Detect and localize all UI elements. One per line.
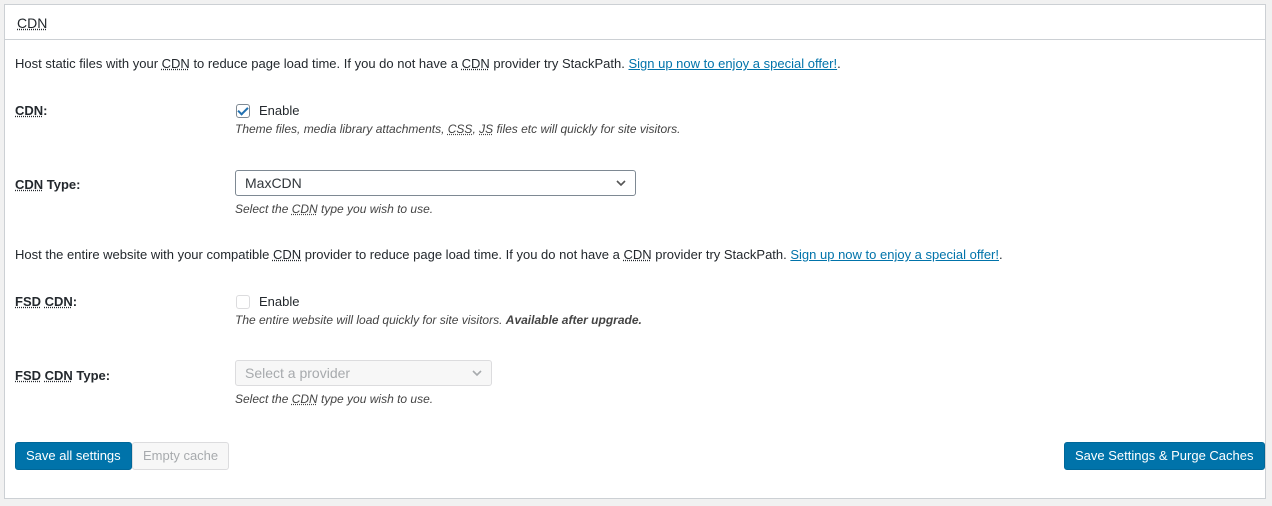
cdn-type-label: CDN Type: [15, 177, 81, 192]
fsd-cdn-enable-label[interactable]: Enable [259, 294, 299, 309]
cdn-abbr: CDN [291, 202, 318, 216]
description-part: files etc will quickly for site visitors… [493, 122, 681, 136]
chevron-down-icon [616, 180, 626, 187]
js-abbr: JS [479, 122, 494, 136]
css-abbr: CSS [447, 122, 473, 136]
upgrade-note: Available after upgrade. [505, 313, 642, 327]
fsd-cdn-type-description: Select the CDN type you wish to use. [235, 392, 433, 406]
provider-placeholder: Select a provider [245, 365, 351, 381]
fsd-abbr: FSD [15, 294, 41, 309]
label-suffix: Type: [72, 368, 111, 383]
panel-title: CDN [17, 15, 48, 31]
intro-text-part: Host the entire website with your compat… [15, 247, 273, 262]
cdn-label: CDN: [15, 103, 48, 118]
intro-text-part: Host static files with your [15, 56, 162, 71]
stackpath-offer-link[interactable]: Sign up now to enjoy a special offer! [790, 247, 999, 262]
description-part: type you wish to use. [317, 202, 434, 216]
cdn-enable-row: Enable [236, 103, 299, 118]
fsd-cdn-type-select[interactable]: Select a provider [235, 360, 492, 386]
description-part: Theme files, media library attachments, [235, 122, 448, 136]
chevron-down-icon [472, 370, 482, 377]
label-suffix: : [43, 103, 48, 118]
fsd-abbr: FSD [15, 368, 41, 383]
intro-text-part: . [837, 56, 841, 71]
stackpath-offer-link[interactable]: Sign up now to enjoy a special offer! [628, 56, 837, 71]
intro-text-part: . [999, 247, 1003, 262]
cdn-abbr: CDN [15, 103, 44, 118]
description-part: Select the [235, 392, 292, 406]
intro-text-part: provider try StackPath. [651, 247, 791, 262]
cdn-abbr: CDN [44, 294, 73, 309]
save-all-settings-button[interactable]: Save all settings [15, 442, 132, 470]
cdn-intro-text: Host static files with your CDN to reduc… [15, 56, 841, 71]
cdn-abbr: CDN [272, 247, 302, 262]
label-suffix: : [72, 294, 78, 309]
fsd-intro-text: Host the entire website with your compat… [15, 247, 1003, 262]
cdn-type-select[interactable]: MaxCDN [235, 170, 636, 196]
fsd-cdn-type-label: FSD CDN Type: [15, 368, 110, 383]
fsd-cdn-label: FSD CDN: [15, 294, 77, 309]
label-suffix: Type: [43, 177, 81, 192]
cdn-abbr: CDN [623, 247, 652, 262]
cdn-abbr: CDN [461, 56, 490, 71]
cdn-abbr: CDN [291, 392, 318, 406]
fsd-cdn-enable-row: Enable [236, 294, 299, 309]
cdn-abbr: CDN [161, 56, 190, 71]
intro-text-part: provider try StackPath. [489, 56, 629, 71]
fsd-cdn-description: The entire website will load quickly for… [235, 313, 642, 327]
save-purge-caches-button[interactable]: Save Settings & Purge Caches [1064, 442, 1265, 470]
intro-text-part: provider to reduce page load time. If yo… [301, 247, 624, 262]
description-part: The entire website will load quickly for… [235, 313, 506, 327]
panel-header: CDN [5, 5, 1265, 40]
cdn-description: Theme files, media library attachments, … [235, 122, 681, 136]
intro-text-part: to reduce page load time. If you do not … [189, 56, 462, 71]
cdn-abbr: CDN [44, 368, 73, 383]
fsd-cdn-enable-checkbox[interactable] [236, 294, 250, 309]
cdn-type-description: Select the CDN type you wish to use. [235, 202, 433, 216]
description-part: type you wish to use. [317, 392, 434, 406]
description-part: Select the [235, 202, 292, 216]
cdn-enable-label[interactable]: Enable [259, 103, 299, 118]
cdn-abbr: CDN [15, 177, 44, 192]
cdn-enable-checkbox[interactable] [236, 103, 250, 118]
empty-cache-button[interactable]: Empty cache [132, 442, 230, 470]
cdn-type-selected-value: MaxCDN [245, 175, 302, 191]
